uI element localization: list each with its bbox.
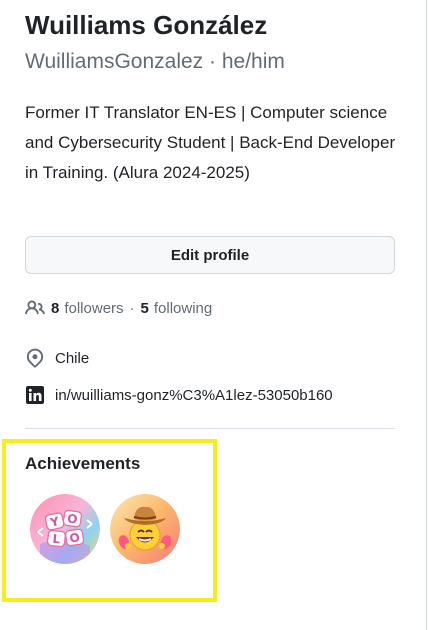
cowboy-badge-icon[interactable]: [110, 494, 180, 564]
following-count: 5: [140, 299, 149, 317]
profile-sidebar: Wuilliams González WuilliamsGonzalez · h…: [0, 0, 429, 630]
location-item: Chile: [25, 346, 89, 370]
following-link[interactable]: 5 following: [141, 300, 213, 317]
edit-profile-button[interactable]: Edit profile: [25, 236, 395, 274]
profile-name: Wuilliams González: [25, 10, 268, 40]
location-pin-icon: [25, 348, 45, 368]
people-icon: [25, 298, 45, 318]
followers-label: followers: [64, 299, 124, 317]
linkedin-icon: [25, 385, 45, 405]
location-text: Chile: [55, 349, 90, 367]
profile-login: WuilliamsGonzalez · he/him: [25, 50, 285, 73]
svg-text:O: O: [69, 530, 81, 545]
column-divider: [426, 0, 427, 630]
follow-separator: ·: [129, 299, 135, 317]
followers-link[interactable]: 8 followers: [51, 300, 124, 317]
svg-text:O: O: [66, 511, 78, 526]
follow-stats: 8 followers · 5 following: [25, 296, 212, 320]
linkedin-link[interactable]: in/wuilliams-gonz%C3%A1lez-53050b160: [55, 387, 333, 404]
linkedin-item: in/wuilliams-gonz%C3%A1lez-53050b160: [25, 383, 333, 407]
following-label: following: [153, 299, 213, 317]
section-divider: [25, 428, 395, 429]
followers-count: 8: [51, 299, 60, 317]
achievements-title: Achievements: [25, 454, 141, 473]
profile-bio: Former IT Translator EN-ES | Computer sc…: [25, 103, 396, 182]
yolo-badge-icon[interactable]: Y O L O: [30, 494, 100, 564]
